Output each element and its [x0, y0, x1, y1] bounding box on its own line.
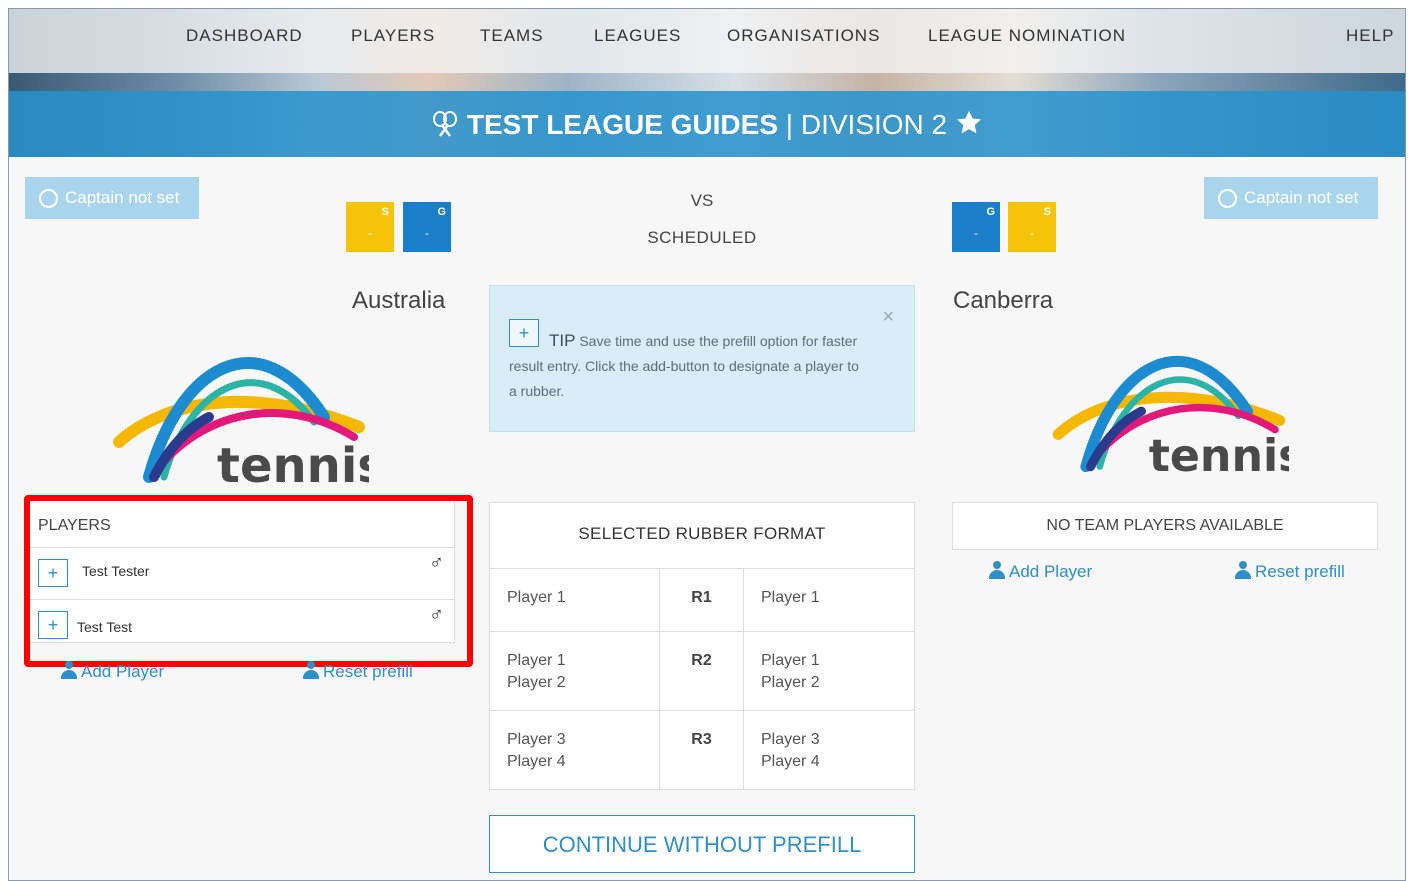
rubber-row: Player 1 R1 Player 1	[490, 569, 914, 632]
rubber-home-players: Player 1 Player 2	[490, 632, 660, 710]
phone-icon	[39, 189, 58, 208]
home-players-panel: PLAYERS + Test Tester ♂ + Test Test ♂	[29, 495, 455, 643]
badge-value: -	[974, 226, 978, 240]
nav-players[interactable]: PLAYERS	[351, 26, 435, 46]
away-captain-button[interactable]: Captain not set	[1204, 177, 1378, 219]
players-header: PLAYERS	[38, 517, 111, 534]
phone-icon	[1218, 189, 1237, 208]
rubber-format-table: SELECTED RUBBER FORMAT Player 1 R1 Playe…	[489, 502, 915, 790]
badge-value: -	[1030, 226, 1034, 240]
vs-label: VS	[690, 191, 714, 210]
nav-help[interactable]: HELP	[1346, 26, 1394, 46]
away-add-player-link[interactable]: Add Player	[988, 561, 1092, 582]
add-player-label: Add Player	[81, 662, 165, 681]
away-badge-g: G -	[952, 202, 1000, 252]
rubber-label: R1	[660, 569, 744, 631]
rubber-away-players: Player 1 Player 2	[761, 652, 820, 691]
home-add-player-link[interactable]: Add Player	[60, 661, 164, 682]
home-team-name: Australia	[352, 287, 446, 314]
add-to-rubber-button[interactable]: +	[38, 611, 68, 639]
male-icon: ♂	[429, 552, 444, 574]
user-icon	[302, 661, 320, 679]
home-captain-button[interactable]: Captain not set	[25, 177, 199, 219]
tip-text: TIP Save time and use the prefill option…	[509, 328, 869, 404]
rubber-away-players: Player 3 Player 4	[761, 731, 820, 770]
nav-dashboard[interactable]: DASHBOARD	[186, 26, 303, 46]
male-icon: ♂	[429, 604, 444, 626]
rubber-label: R3	[660, 711, 744, 790]
rubber-away-players: Player 1	[761, 589, 820, 606]
badge-value: -	[368, 226, 372, 240]
rubber-label: R2	[660, 632, 744, 710]
star-icon[interactable]	[955, 109, 983, 137]
add-player-label: Add Player	[1009, 562, 1093, 581]
tip-label: TIP	[549, 331, 576, 350]
rubber-row: Player 1 Player 2 R2 Player 1 Player 2	[490, 632, 914, 711]
logo-text: tennis	[217, 438, 369, 487]
reset-prefill-label: Reset prefill	[323, 662, 413, 681]
rubber-home-players: Player 3 Player 4	[490, 711, 660, 790]
rubber-format-title: SELECTED RUBBER FORMAT	[490, 503, 914, 569]
tip-box: + TIP Save time and use the prefill opti…	[489, 285, 915, 432]
rackets-icon	[433, 111, 458, 137]
badge-letter: G	[437, 206, 446, 218]
add-to-rubber-button[interactable]: +	[38, 559, 68, 587]
home-badge-s: S -	[346, 202, 394, 252]
league-name: TEST LEAGUE GUIDES	[466, 109, 779, 140]
away-team-name: Canberra	[953, 287, 1054, 314]
page-title: TEST LEAGUE GUIDES | DIVISION 2	[9, 109, 1405, 141]
app-frame: DASHBOARD PLAYERS TEAMS LEAGUES ORGANISA…	[8, 8, 1406, 881]
rubber-row: Player 3 Player 4 R3 Player 3 Player 4	[490, 711, 914, 790]
badge-letter: S	[381, 206, 389, 218]
player-row: + Test Test ♂	[30, 599, 454, 651]
user-icon	[1234, 561, 1252, 579]
away-no-players-message: NO TEAM PLAYERS AVAILABLE	[952, 502, 1378, 550]
away-badge-s: S -	[1008, 202, 1056, 252]
nav-teams[interactable]: TEAMS	[480, 26, 544, 46]
player-name: Test Test	[77, 619, 132, 635]
home-captain-label: Captain not set	[65, 188, 180, 207]
reset-prefill-label: Reset prefill	[1255, 562, 1345, 581]
home-reset-prefill-link[interactable]: Reset prefill	[302, 661, 413, 682]
title-separator: |	[785, 109, 794, 140]
match-status: SCHEDULED	[647, 228, 757, 247]
home-badge-g: G -	[403, 202, 451, 252]
division-name: DIVISION 2	[800, 109, 948, 140]
badge-value: -	[425, 226, 429, 240]
nav-leagues[interactable]: LEAGUES	[594, 26, 681, 46]
home-team-logo: tennis	[113, 357, 369, 487]
close-icon[interactable]: ×	[882, 306, 894, 329]
nav-league-nomination[interactable]: LEAGUE NOMINATION	[928, 26, 1126, 46]
badge-letter: G	[986, 206, 995, 218]
player-row: + Test Tester ♂	[30, 547, 454, 599]
rubber-home-players: Player 1	[490, 569, 660, 631]
user-icon	[988, 561, 1006, 579]
away-reset-prefill-link[interactable]: Reset prefill	[1234, 561, 1345, 582]
nav-organisations[interactable]: ORGANISATIONS	[727, 26, 880, 46]
continue-without-prefill-button[interactable]: CONTINUE WITHOUT PREFILL	[489, 815, 915, 873]
logo-text: tennis	[1149, 431, 1289, 477]
away-team-logo: tennis	[1052, 355, 1289, 477]
player-name: Test Tester	[82, 563, 150, 579]
away-captain-label: Captain not set	[1244, 188, 1359, 207]
user-icon	[60, 661, 78, 679]
top-nav: DASHBOARD PLAYERS TEAMS LEAGUES ORGANISA…	[9, 9, 1405, 73]
badge-letter: S	[1043, 206, 1051, 218]
